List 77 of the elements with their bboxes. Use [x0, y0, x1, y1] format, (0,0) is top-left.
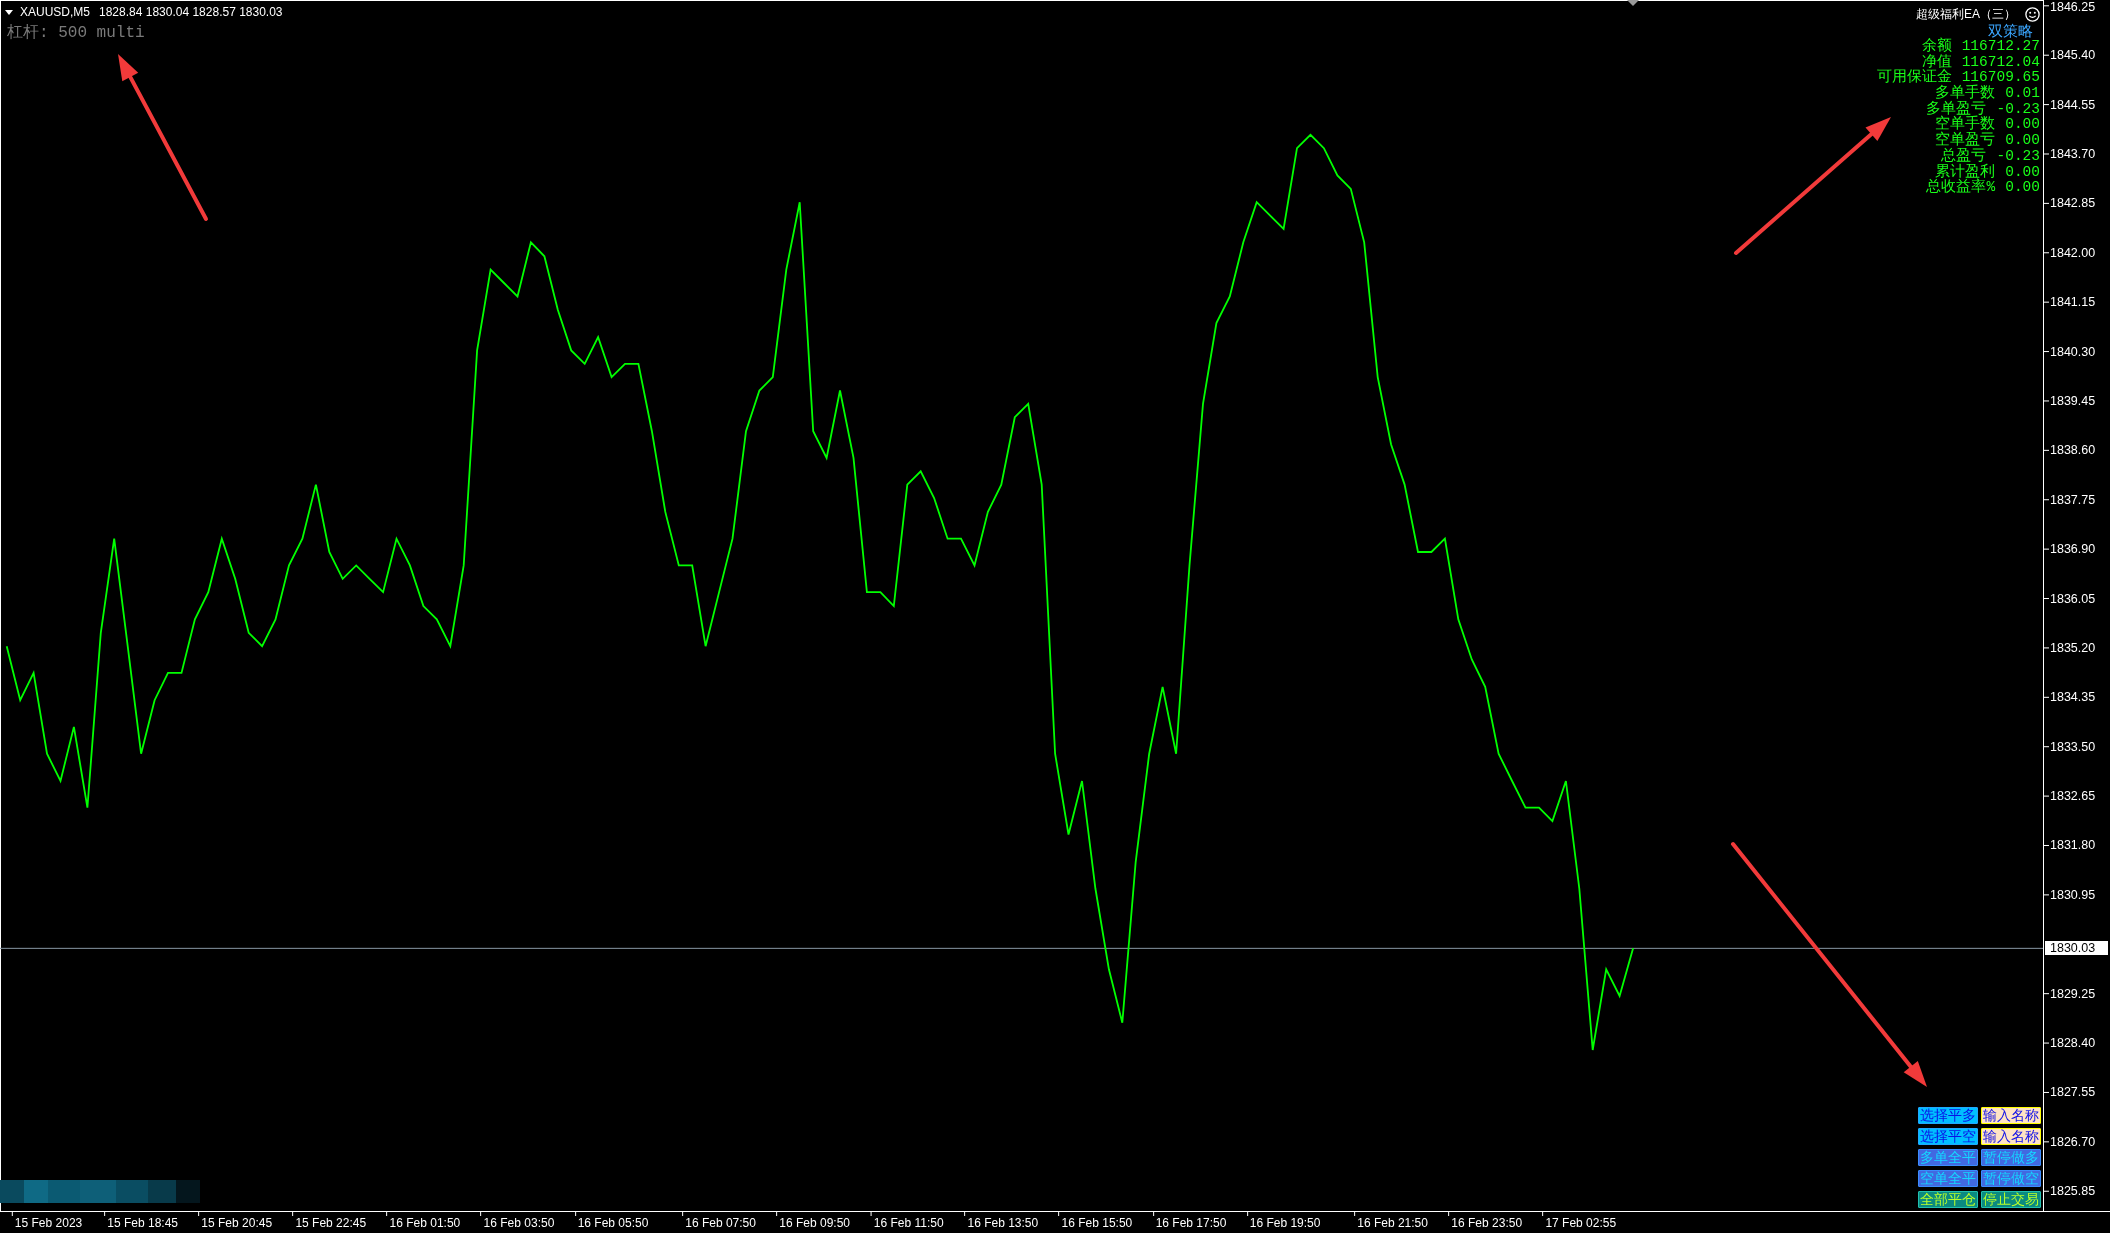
price-tick-label: 1836.90 [2050, 542, 2096, 557]
time-tick-label: 15 Feb 18:45 [104, 1212, 178, 1230]
time-tick-label: 16 Feb 07:50 [682, 1212, 756, 1230]
stat-value: 0.00 [2005, 133, 2040, 149]
price-tick-label: 1830.95 [2050, 887, 2096, 902]
current-price-label: 1830.03 [2045, 941, 2108, 956]
select-button[interactable]: 选择平多 [1918, 1107, 1978, 1124]
price-tick-label: 1834.35 [2050, 690, 2096, 705]
stat-label: 累计盈利 [1935, 164, 1996, 180]
price-tick-label: 1836.05 [2050, 591, 2096, 606]
ohlc-values: 1828.84 1830.04 1828.57 1830.03 [99, 5, 283, 19]
stat-value: -0.23 [1996, 148, 2040, 165]
time-tick-label: 16 Feb 05:50 [574, 1212, 649, 1230]
stat-label: 多单手数 [1935, 86, 1996, 102]
action-button[interactable]: 多单全平 [1918, 1149, 1978, 1166]
ea-subtitle: 双策略 [1988, 22, 2033, 39]
stat-label: 可用保证金 [1876, 70, 1952, 86]
stat-label: 净值 [1921, 54, 1952, 70]
stat-value: 116712.27 [1961, 39, 2040, 55]
price-tick-label: 1835.20 [2050, 640, 2096, 655]
select-button[interactable]: 选择平空 [1918, 1128, 1978, 1145]
time-tick-label: 15 Feb 20:45 [198, 1212, 273, 1230]
action-button[interactable]: 暂停做多 [1981, 1149, 2041, 1166]
time-tick-label: 16 Feb 15:50 [1058, 1212, 1133, 1230]
time-tick-label: 16 Feb 19:50 [1246, 1212, 1321, 1230]
price-tick-label: 1832.65 [2050, 789, 2096, 804]
price-tick-label: 1844.55 [2050, 97, 2096, 112]
price-tick-label: 1831.80 [2050, 838, 2096, 853]
price-tick-label: 1846.25 [2050, 0, 2096, 14]
price-tick-label: 1842.85 [2050, 196, 2096, 211]
time-tick-label: 16 Feb 21:50 [1354, 1212, 1428, 1230]
stat-value: 116712.04 [1961, 54, 2040, 71]
price-tick-label: 1842.00 [2050, 245, 2096, 260]
stat-value: 0.00 [2005, 164, 2040, 181]
triangle-marker-icon [1627, 0, 1639, 6]
price-tick-label: 1829.25 [2050, 986, 2096, 1001]
action-button[interactable]: 空单全平 [1918, 1170, 1978, 1187]
stat-label: 总盈亏 [1941, 148, 1987, 164]
stat-value: 0.00 [2005, 117, 2040, 134]
time-tick-label: 16 Feb 01:50 [386, 1212, 461, 1230]
price-tick-label: 1839.45 [2050, 393, 2096, 408]
price-tick-label: 1840.30 [2050, 344, 2096, 359]
caret-icon [5, 9, 13, 15]
price-tick-label: 1837.75 [2050, 492, 2096, 507]
time-tick-label: 15 Feb 22:45 [292, 1212, 367, 1230]
ea-title: 超级福利EA（三） [1916, 6, 2016, 22]
time-tick-label: 17 Feb 02:55 [1542, 1212, 1617, 1230]
time-tick-label: 16 Feb 11:50 [870, 1212, 944, 1230]
price-tick-label: 1828.40 [2050, 1036, 2096, 1051]
time-tick-label: 16 Feb 17:50 [1152, 1212, 1227, 1230]
stat-value: 0.01 [2005, 86, 2040, 102]
price-tick-label: 1838.60 [2050, 443, 2096, 458]
master-button[interactable]: 停止交易 [1981, 1191, 2041, 1208]
stat-value: -0.23 [1996, 101, 2040, 118]
time-tick-label: 16 Feb 23:50 [1448, 1212, 1523, 1230]
stat-label: 空单盈亏 [1935, 133, 1996, 149]
price-tick-label: 1845.40 [2050, 48, 2096, 63]
price-tick-label: 1841.15 [2050, 295, 2096, 310]
time-tick-label: 16 Feb 13:50 [964, 1212, 1039, 1230]
stat-value: 0.00 [2005, 180, 2040, 196]
leverage-label: 杠杆: 500 multi [7, 24, 145, 42]
time-tick-label: 16 Feb 09:50 [776, 1212, 850, 1230]
stat-label: 余额 [1921, 39, 1952, 54]
master-button[interactable]: 全部平仓 [1918, 1191, 1978, 1208]
price-tick-label: 1826.70 [2050, 1134, 2096, 1149]
chart-symbol: XAUUSD,M5 [20, 5, 90, 19]
time-tick-label: 15 Feb 2023 [11, 1212, 83, 1230]
price-tick-label: 1843.70 [2050, 147, 2096, 161]
action-button[interactable]: 暂停做空 [1981, 1170, 2041, 1187]
name-input-field[interactable]: 输入名称 [1981, 1107, 2041, 1124]
name-input-field[interactable]: 输入名称 [1981, 1128, 2041, 1145]
smiley-icon [2025, 6, 2040, 22]
price-tick-label: 1825.85 [2050, 1184, 2096, 1199]
price-tick-label: 1833.50 [2050, 739, 2096, 754]
price-tick-label: 1827.55 [2050, 1085, 2096, 1100]
stat-label: 多单盈亏 [1926, 101, 1987, 117]
time-tick-label: 16 Feb 03:50 [480, 1212, 555, 1230]
